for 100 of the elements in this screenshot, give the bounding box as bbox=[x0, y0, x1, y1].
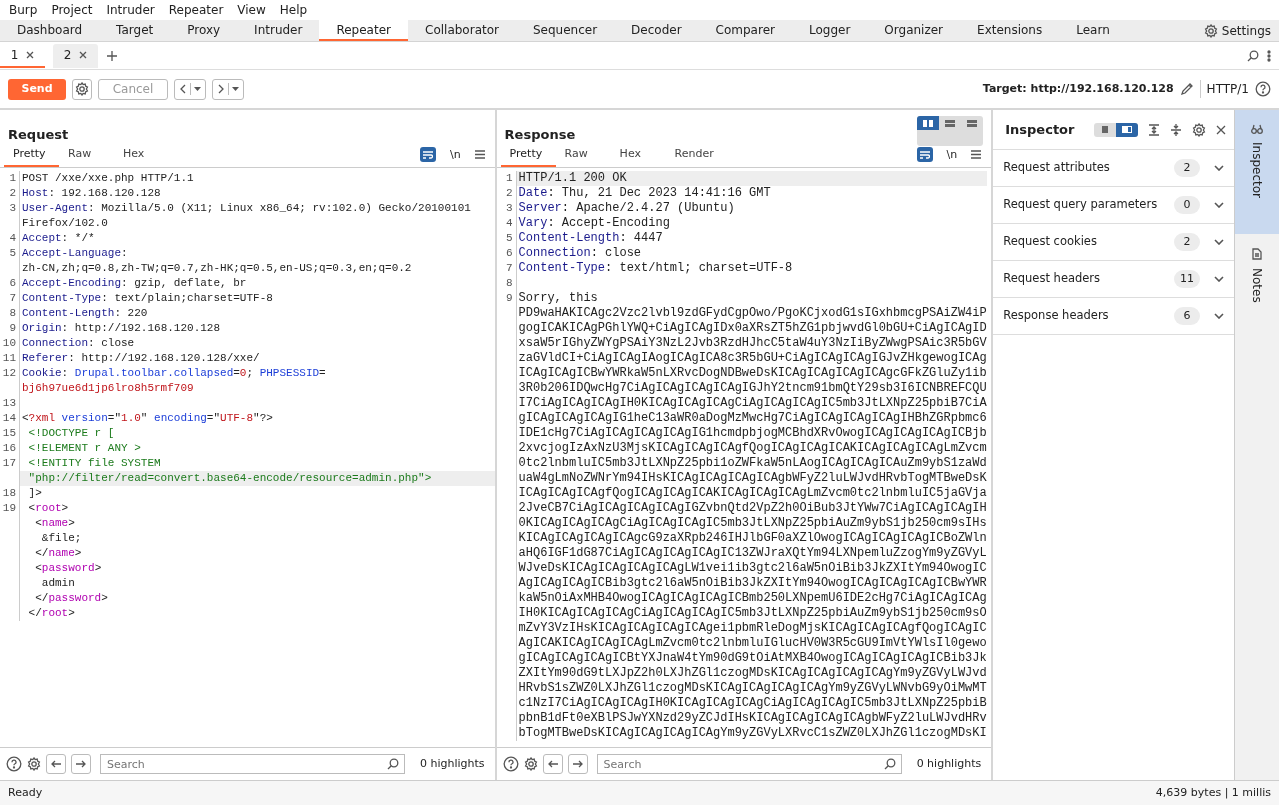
word-wrap-button[interactable] bbox=[419, 147, 436, 163]
search-field[interactable]: Search bbox=[100, 754, 405, 774]
wrap-icon bbox=[919, 150, 930, 159]
view-tab[interactable]: Render bbox=[665, 145, 723, 167]
tool-tab[interactable]: Dashboard bbox=[0, 20, 100, 41]
layout-toggle[interactable] bbox=[1116, 122, 1139, 137]
inspector-section[interactable]: Response headers 6 bbox=[993, 298, 1235, 335]
tool-tab[interactable]: Target bbox=[99, 20, 171, 41]
help-icon[interactable] bbox=[502, 756, 519, 772]
code-line: Firefox/102.0 bbox=[21, 216, 109, 231]
menu-item[interactable]: View bbox=[230, 1, 273, 19]
chevron-down-icon[interactable] bbox=[1214, 202, 1225, 208]
tool-tab[interactable]: Logger bbox=[791, 20, 868, 41]
forward-button[interactable] bbox=[212, 78, 244, 100]
code-line: </name> bbox=[34, 546, 83, 561]
code-line: xsaW5rIGhyZWYgPSAiY3NzL2Jvb3RzdHJhcC5taW4uY3NzIiByZWwgPSAic3R5bGV bbox=[517, 336, 987, 351]
chevron-down-icon[interactable] bbox=[1214, 165, 1225, 171]
inspector-section[interactable]: Request attributes 2 bbox=[993, 150, 1235, 187]
menu-icon[interactable] bbox=[474, 150, 485, 160]
tool-tab[interactable]: Sequencer bbox=[515, 20, 615, 41]
settings-icon[interactable] bbox=[1203, 23, 1218, 38]
search-icon[interactable] bbox=[1247, 49, 1259, 62]
view-tab[interactable]: Raw bbox=[555, 145, 611, 167]
inspector-section[interactable]: Request headers 11 bbox=[993, 261, 1235, 298]
menu-item[interactable]: Repeater bbox=[161, 1, 231, 19]
inspector-section[interactable]: Request query parameters 0 bbox=[993, 187, 1235, 224]
code-line: Content-Length: 4447 bbox=[517, 231, 664, 246]
close-icon[interactable] bbox=[1216, 124, 1227, 135]
tool-tab[interactable]: Collaborator bbox=[408, 20, 516, 41]
layout-toggle[interactable] bbox=[917, 116, 940, 130]
search-icon[interactable] bbox=[883, 758, 896, 770]
count-badge: 2 bbox=[1174, 158, 1201, 178]
previous-match-button[interactable] bbox=[46, 754, 66, 774]
newline-toggle[interactable]: \n bbox=[449, 146, 461, 163]
tool-tab[interactable]: Intruder bbox=[237, 20, 320, 41]
chevron-down-icon[interactable] bbox=[1214, 276, 1225, 282]
back-button[interactable] bbox=[174, 78, 206, 100]
settings-icon[interactable] bbox=[27, 757, 41, 771]
line-number: 1 bbox=[0, 171, 20, 186]
add-tab-icon[interactable] bbox=[106, 49, 118, 62]
target-url: Target: http://192.168.120.128 bbox=[982, 80, 1174, 97]
menu-item[interactable]: Project bbox=[44, 1, 100, 19]
tool-tab[interactable]: Proxy bbox=[170, 20, 238, 41]
section-label: Request attributes bbox=[1003, 159, 1110, 177]
search-icon[interactable] bbox=[387, 758, 399, 770]
tool-tab[interactable]: Organizer bbox=[867, 20, 961, 41]
next-match-button[interactable] bbox=[567, 754, 588, 774]
chevron-down-icon[interactable] bbox=[1214, 313, 1225, 319]
settings-icon[interactable] bbox=[1192, 122, 1207, 137]
settings-button[interactable] bbox=[72, 78, 92, 100]
tool-tab[interactable]: Learn bbox=[1059, 20, 1127, 41]
newline-toggle[interactable]: \n bbox=[946, 146, 958, 163]
menu-icon[interactable] bbox=[971, 150, 982, 160]
code-line: Content-Length: 220 bbox=[21, 306, 149, 321]
request-tab[interactable]: 2 bbox=[53, 43, 98, 68]
view-tab[interactable]: Hex bbox=[114, 145, 169, 167]
code-line: <?xml version="1.0" encoding="UTF-8"?> bbox=[21, 411, 274, 426]
view-tab[interactable]: Pretty bbox=[500, 145, 556, 167]
menu-item[interactable]: Intruder bbox=[99, 1, 162, 19]
code-line: 2JveCB7CiAgICAgICAgICAgIGZvbnQtd2VpZ2h0OiBub3JtYWw7CiAgICAgICAgIH bbox=[517, 501, 987, 516]
protocol-label[interactable]: HTTP/1 bbox=[1206, 80, 1249, 98]
section-label: Response headers bbox=[1003, 307, 1109, 325]
tool-tab[interactable]: Repeater bbox=[319, 20, 408, 41]
settings-icon[interactable] bbox=[523, 757, 538, 771]
tool-tab[interactable]: Decoder bbox=[614, 20, 699, 41]
tool-tab[interactable]: Extensions bbox=[960, 20, 1060, 41]
expand-all-icon[interactable] bbox=[1148, 123, 1161, 136]
tab-close-icon[interactable] bbox=[26, 50, 35, 59]
help-icon[interactable] bbox=[1255, 81, 1271, 97]
chevron-down-icon[interactable] bbox=[1214, 239, 1225, 245]
line-number: 18 bbox=[0, 486, 20, 501]
code-line: ]> bbox=[27, 486, 43, 501]
tool-tab[interactable]: Comparer bbox=[698, 20, 792, 41]
side-tab[interactable]: Inspector bbox=[1235, 110, 1279, 234]
next-match-button[interactable] bbox=[71, 754, 91, 774]
help-icon[interactable] bbox=[6, 756, 22, 772]
side-tab[interactable]: Notes bbox=[1235, 234, 1279, 358]
line-number: 12 bbox=[0, 366, 20, 381]
previous-match-button[interactable] bbox=[542, 754, 563, 774]
inspector-section[interactable]: Request cookies 2 bbox=[993, 224, 1235, 261]
settings-link[interactable]: Settings bbox=[1221, 21, 1271, 40]
tab-close-icon[interactable] bbox=[79, 50, 88, 59]
view-tab[interactable]: Pretty bbox=[4, 145, 59, 167]
menu-item[interactable]: Burp bbox=[2, 1, 45, 19]
code-line: Accept-Language: bbox=[21, 246, 129, 261]
view-tab[interactable]: Raw bbox=[59, 145, 114, 167]
view-tab[interactable]: Hex bbox=[610, 145, 666, 167]
code-line: mZvY3VzIHsKICAgICAgICAgICAgei1pbmRleDogMjsKICAgICAgICAgfQogICAgIC bbox=[517, 621, 987, 636]
line-number: 2 bbox=[496, 186, 517, 201]
response-stats: 4,639 bytes | 1 millis bbox=[1155, 784, 1271, 801]
collapse-all-icon[interactable] bbox=[1170, 123, 1183, 136]
pencil-icon[interactable] bbox=[1179, 82, 1194, 96]
code-line: Host: 192.168.120.128 bbox=[21, 186, 162, 201]
menu-item[interactable]: Help bbox=[272, 1, 315, 19]
more-options-icon[interactable] bbox=[1267, 49, 1271, 62]
code-line: WJveDsKICAgICAgICAgICAgLW1vei1ib3gtc2l6aW5nOiBib3JkZXItYm94OwogIC bbox=[517, 561, 987, 576]
search-field[interactable]: Search bbox=[596, 754, 902, 774]
code-line: zh-CN,zh;q=0.8,zh-TW;q=0.7,zh-HK;q=0.5,en-US;q=0.3,en;q=0.2 bbox=[21, 261, 413, 276]
code-line: 0KICAgICAgICAgCiAgICAgICAgIC5mb3JtLXNpZ25pbiAuZm9ybS1jb250cm9sIHs bbox=[517, 516, 987, 531]
word-wrap-button[interactable] bbox=[916, 147, 933, 163]
